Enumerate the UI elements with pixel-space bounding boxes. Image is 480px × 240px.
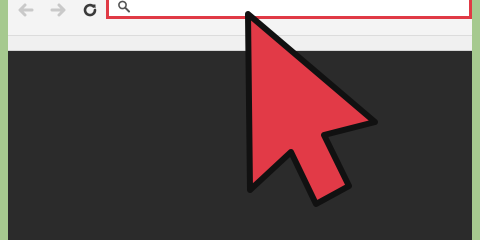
forward-button[interactable] (46, 0, 70, 20)
address-bar[interactable] (106, 0, 472, 19)
browser-window (8, 0, 472, 240)
search-icon (117, 0, 131, 14)
bookmarks-bar (8, 36, 472, 51)
reload-button[interactable] (78, 0, 102, 20)
back-button[interactable] (14, 0, 38, 20)
arrow-right-icon (50, 3, 66, 17)
arrow-left-icon (18, 3, 34, 17)
browser-toolbar (8, 0, 472, 36)
address-input[interactable] (137, 0, 465, 18)
reload-icon (82, 2, 98, 18)
page-content (8, 51, 472, 240)
